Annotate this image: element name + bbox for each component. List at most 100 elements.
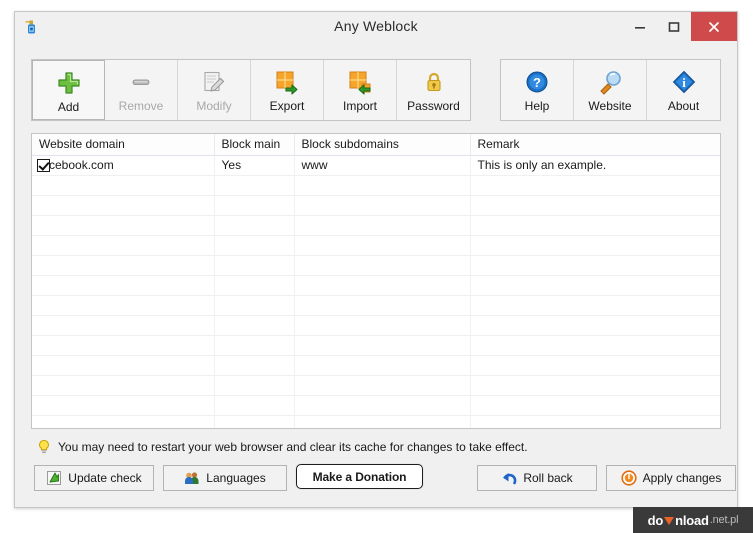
toolbar-button-remove[interactable]: Remove [105, 60, 178, 120]
cell-empty[interactable] [470, 355, 720, 376]
cell-empty[interactable] [470, 395, 720, 416]
cell-empty[interactable] [470, 335, 720, 356]
close-icon [709, 21, 719, 32]
column-header-website-domain[interactable]: Website domain [32, 134, 215, 156]
domain-table[interactable]: Website domain Block main Block subdomai… [31, 133, 721, 429]
cell-empty[interactable] [294, 295, 471, 316]
cell-empty[interactable] [214, 395, 295, 416]
cell-empty[interactable] [294, 415, 471, 428]
table-row-empty[interactable] [32, 395, 720, 416]
cell-empty[interactable] [214, 215, 295, 236]
cell-empty[interactable] [294, 395, 471, 416]
cell-empty[interactable] [214, 315, 295, 336]
cell-empty[interactable] [294, 355, 471, 376]
toolbar-button-modify[interactable]: Modify [178, 60, 251, 120]
cell-empty[interactable] [294, 195, 471, 216]
cell-empty[interactable] [294, 235, 471, 256]
languages-button[interactable]: Languages [163, 465, 287, 491]
cell-empty[interactable] [470, 255, 720, 276]
cell-empty[interactable] [294, 315, 471, 336]
maximize-icon [668, 21, 680, 32]
cell-empty[interactable] [214, 415, 295, 428]
cell-empty[interactable] [470, 235, 720, 256]
toolbar-button-password[interactable]: Password [397, 60, 470, 120]
cell-empty[interactable] [470, 175, 720, 196]
cell-block-subdomains[interactable]: www [294, 155, 471, 176]
cell-empty[interactable] [32, 375, 215, 396]
cell-empty[interactable] [470, 295, 720, 316]
cell-empty[interactable] [294, 375, 471, 396]
table-row[interactable]: facebook.com Yes www This is only an exa… [32, 155, 720, 176]
table-row-empty[interactable] [32, 315, 720, 336]
minimize-button[interactable] [623, 12, 657, 41]
cell-empty[interactable] [294, 175, 471, 196]
table-row-empty[interactable] [32, 215, 720, 236]
table-row-empty[interactable] [32, 195, 720, 216]
column-header-block-subdomains[interactable]: Block subdomains [294, 134, 471, 156]
cell-empty[interactable] [470, 195, 720, 216]
cell-empty[interactable] [470, 415, 720, 428]
toolbar-button-import[interactable]: Import [324, 60, 397, 120]
table-row-empty[interactable] [32, 415, 720, 428]
cell-empty[interactable] [470, 375, 720, 396]
table-row-empty[interactable] [32, 235, 720, 256]
cell-empty[interactable] [32, 255, 215, 276]
cell-empty[interactable] [32, 195, 215, 216]
make-a-donation-button[interactable]: Make a Donation [296, 464, 423, 489]
maximize-button[interactable] [657, 12, 691, 41]
update-check-button[interactable]: Update check [34, 465, 154, 491]
cell-empty[interactable] [470, 275, 720, 296]
hint-text: You may need to restart your web browser… [58, 440, 528, 454]
cell-empty[interactable] [294, 275, 471, 296]
cell-empty[interactable] [214, 295, 295, 316]
table-row-empty[interactable] [32, 335, 720, 356]
cell-empty[interactable] [214, 255, 295, 276]
cell-empty[interactable] [470, 215, 720, 236]
column-header-block-main[interactable]: Block main [214, 134, 295, 156]
toolbar-button-export[interactable]: Export [251, 60, 324, 120]
toolbar-label-password: Password [407, 99, 460, 113]
toolbar-button-add[interactable]: Add [32, 60, 105, 120]
cell-empty[interactable] [214, 355, 295, 376]
application-window: Any Weblock Add Remove Modify Export Imp… [14, 11, 738, 508]
cell-empty[interactable] [32, 355, 215, 376]
cell-empty[interactable] [32, 275, 215, 296]
cell-empty[interactable] [294, 255, 471, 276]
table-row-empty[interactable] [32, 375, 720, 396]
cell-empty[interactable] [214, 335, 295, 356]
apply-changes-button[interactable]: Apply changes [606, 465, 736, 491]
cell-remark[interactable]: This is only an example. [470, 155, 720, 176]
cell-empty[interactable] [32, 235, 215, 256]
cell-empty[interactable] [32, 295, 215, 316]
cell-empty[interactable] [214, 175, 295, 196]
cell-block-main[interactable]: Yes [214, 155, 295, 176]
cell-empty[interactable] [294, 335, 471, 356]
cell-website-domain[interactable]: facebook.com [32, 155, 215, 176]
cell-empty[interactable] [32, 415, 215, 428]
cell-empty[interactable] [294, 215, 471, 236]
toolbar-button-about[interactable]: i About [647, 60, 720, 120]
cell-empty[interactable] [32, 175, 215, 196]
column-header-remark[interactable]: Remark [470, 134, 720, 156]
close-button[interactable] [691, 12, 737, 41]
apply-changes-label: Apply changes [642, 471, 722, 485]
cell-empty[interactable] [214, 195, 295, 216]
cell-empty[interactable] [214, 375, 295, 396]
cell-empty[interactable] [32, 315, 215, 336]
cell-domain-text: facebook.com [39, 158, 114, 172]
table-row-empty[interactable] [32, 255, 720, 276]
cell-empty[interactable] [214, 275, 295, 296]
cell-empty[interactable] [214, 235, 295, 256]
cell-empty[interactable] [32, 395, 215, 416]
table-row-empty[interactable] [32, 295, 720, 316]
cell-empty[interactable] [32, 215, 215, 236]
cell-empty[interactable] [32, 335, 215, 356]
roll-back-button[interactable]: Roll back [477, 465, 597, 491]
toolbar-button-help[interactable]: ? Help [501, 60, 574, 120]
table-row-empty[interactable] [32, 355, 720, 376]
toolbar-button-website[interactable]: Website [574, 60, 647, 120]
table-row-empty[interactable] [32, 175, 720, 196]
cell-empty[interactable] [470, 315, 720, 336]
table-row-empty[interactable] [32, 275, 720, 296]
row-checkbox[interactable] [37, 158, 50, 172]
